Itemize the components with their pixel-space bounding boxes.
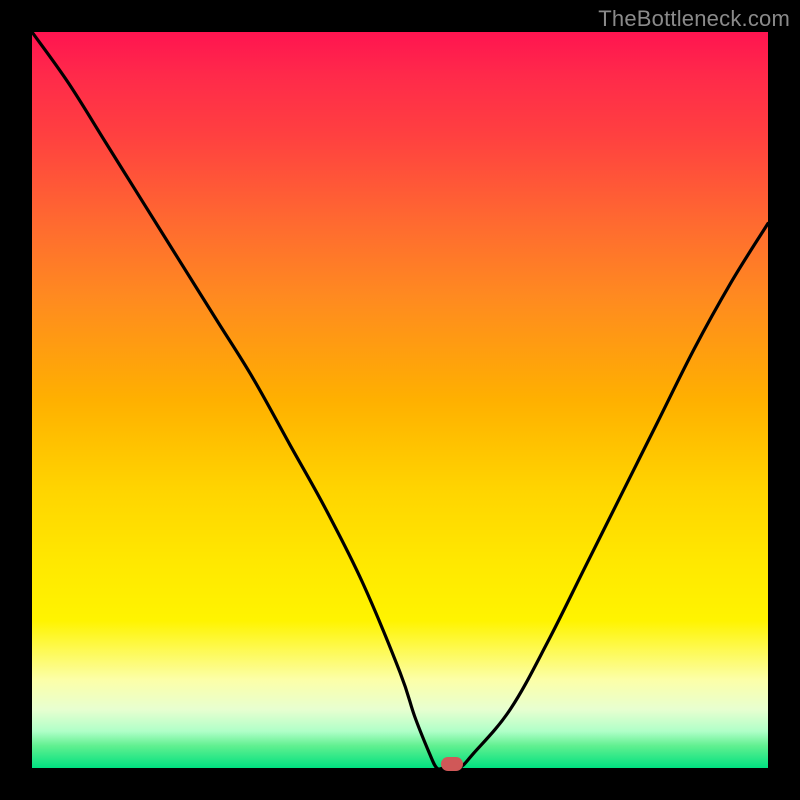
chart-frame: TheBottleneck.com <box>0 0 800 800</box>
plot-area <box>32 32 768 768</box>
bottleneck-curve <box>32 32 768 768</box>
optimum-marker <box>441 757 463 771</box>
watermark-text: TheBottleneck.com <box>598 6 790 32</box>
